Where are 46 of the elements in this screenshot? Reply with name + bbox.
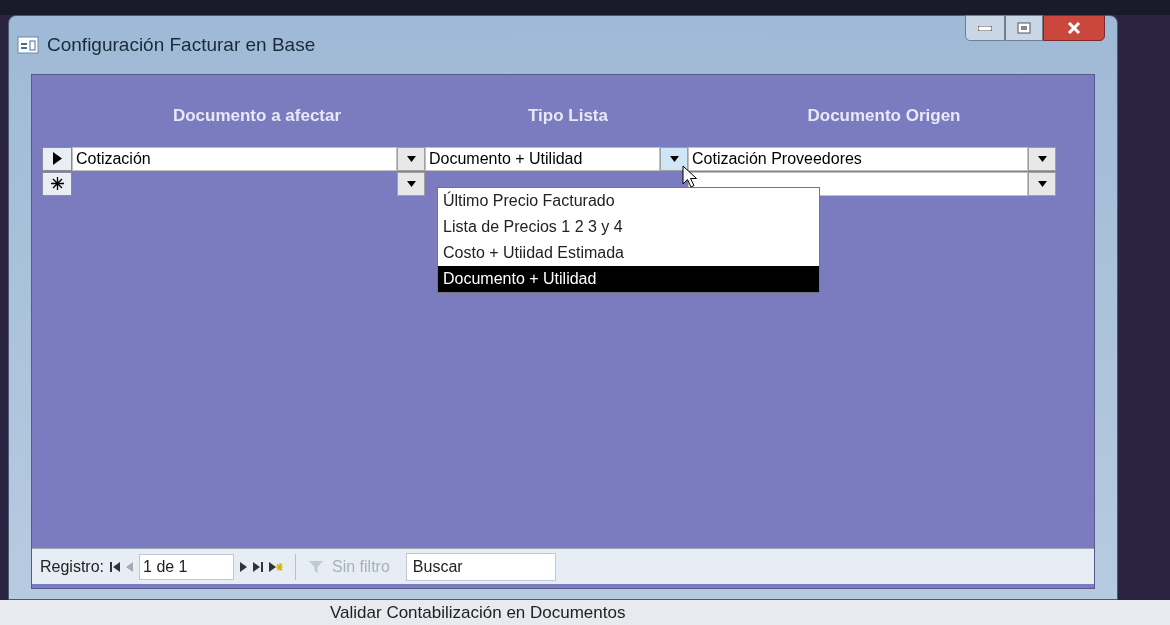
caret-icon — [669, 155, 679, 162]
caret-icon — [1037, 180, 1047, 187]
record-label: Registro: — [40, 556, 105, 577]
combo-field[interactable]: Documento + Utilidad — [425, 146, 660, 171]
caret-icon — [1037, 155, 1047, 162]
minimize-button[interactable] — [965, 15, 1005, 41]
column-header: Documento Origen — [806, 105, 962, 127]
dropdown-button[interactable] — [397, 171, 425, 196]
caret-icon — [406, 180, 416, 187]
dropdown-option[interactable]: Último Precio Facturado — [438, 188, 819, 214]
filter-icon — [308, 558, 325, 575]
dropdown-button[interactable] — [660, 146, 688, 171]
record-selector[interactable] — [42, 171, 72, 196]
close-icon — [1067, 22, 1081, 34]
record-position-field[interactable]: 1 de 1 — [139, 553, 235, 580]
dropdown-option[interactable]: Lista de Precios 1 2 3 y 4 — [438, 214, 819, 240]
column-header: Documento a afectar — [171, 105, 343, 127]
first-record-button[interactable] — [110, 561, 121, 572]
column-header: Tipo Lista — [527, 105, 609, 127]
record-selector[interactable] — [42, 146, 72, 171]
last-record-icon — [253, 561, 264, 572]
new-record-icon — [269, 561, 284, 572]
dropdown-option[interactable]: Costo + Utiidad Estimada — [438, 240, 819, 266]
close-button[interactable] — [1043, 15, 1105, 41]
form-icon — [17, 36, 39, 54]
next-record-icon — [240, 561, 248, 572]
window-title: Configuración Facturar en Base — [47, 32, 316, 57]
search-field[interactable]: Buscar — [405, 552, 556, 581]
combo-field[interactable]: Cotización — [72, 146, 397, 171]
caret-icon — [406, 155, 416, 162]
minimize-icon — [978, 25, 992, 31]
dropdown-button[interactable] — [1028, 146, 1056, 171]
previous-record-icon — [126, 561, 134, 572]
background-text: Validar Contabilización en Documentos — [330, 602, 626, 623]
dropdown-button[interactable] — [1028, 171, 1056, 196]
current-record-icon — [52, 152, 62, 165]
combo-field[interactable]: Cotización Proveedores — [688, 146, 1028, 171]
dropdown-option[interactable]: Documento + Utilidad — [438, 266, 819, 292]
dropdown-button[interactable] — [397, 146, 425, 171]
new-record-button[interactable] — [269, 561, 284, 572]
maximize-button[interactable] — [1005, 15, 1043, 41]
maximize-icon — [1017, 22, 1031, 34]
new-record-icon — [50, 177, 64, 190]
next-record-button[interactable] — [240, 561, 248, 572]
first-record-icon — [110, 561, 121, 572]
last-record-button[interactable] — [253, 561, 264, 572]
